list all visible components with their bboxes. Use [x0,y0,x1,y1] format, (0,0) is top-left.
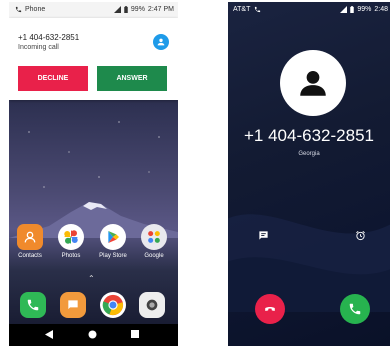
end-call-button[interactable] [255,294,285,324]
message-icon[interactable] [258,230,269,241]
google-folder-icon [141,224,167,250]
status-bar: AT&T 99% 2:48 [228,2,390,18]
status-app-name: Phone [25,6,46,13]
hang-up-icon [265,307,275,311]
phone-icon [255,6,261,13]
app-label: Contacts [18,253,42,259]
photos-icon [58,224,84,250]
battery-percent: 99% [357,6,372,13]
phone-icon [349,303,361,315]
home-screen-phone: Phone 99% 2:47 PM +1 404-632-2851 Incomi… [9,2,178,346]
dock-phone-icon[interactable] [20,292,46,318]
dock-chrome-icon[interactable] [100,292,126,318]
app-label: Play Store [99,253,127,259]
alarm-icon[interactable] [355,230,366,241]
signal-icon [340,6,348,13]
home-app-row: Contacts Photos Play Store Google [9,224,178,266]
caller-avatar-icon [280,50,346,116]
status-bar: Phone 99% 2:47 PM [9,2,178,18]
signal-icon [113,6,121,13]
incoming-call-notification[interactable]: +1 404-632-2851 Incoming call DECLINE AN… [9,18,178,100]
app-label: Photos [61,253,81,259]
decline-button[interactable]: DECLINE [18,66,88,91]
app-google-folder[interactable]: Google [139,224,169,259]
play-store-icon [100,224,126,250]
caller-number: +1 404-632-2851 [244,126,374,145]
carrier-name: AT&T [233,6,251,13]
caller-location: Georgia [298,151,320,157]
battery-icon [350,6,355,13]
answer-button[interactable]: ANSWER [97,66,167,91]
app-play-store[interactable]: Play Store [98,224,128,259]
incoming-call-screen: AT&T 99% 2:48 +1 404-632-2851 Georgia [228,2,390,346]
battery-percent: 99% [130,6,145,13]
recents-icon[interactable] [131,330,139,338]
person-icon [153,34,169,50]
back-icon[interactable] [45,330,53,339]
dock-camera-icon[interactable] [139,292,165,318]
caller-number: +1 404-632-2851 [18,33,80,42]
call-status: Incoming call [18,44,59,51]
app-photos[interactable]: Photos [56,224,86,259]
dock-messages-icon[interactable] [60,292,86,318]
app-contacts[interactable]: Contacts [15,224,45,259]
status-time: 2:47 PM [147,6,174,13]
navigation-bar [9,324,178,346]
battery-icon [124,6,128,13]
app-drawer-chevron-up-icon[interactable]: ⌃ [88,274,95,283]
dock [9,288,178,322]
status-time: 2:48 [374,6,388,13]
accept-call-button[interactable] [340,294,370,324]
phone-icon [15,6,22,13]
home-icon[interactable] [88,330,97,339]
contacts-icon [17,224,43,250]
app-label: Google [144,253,164,259]
